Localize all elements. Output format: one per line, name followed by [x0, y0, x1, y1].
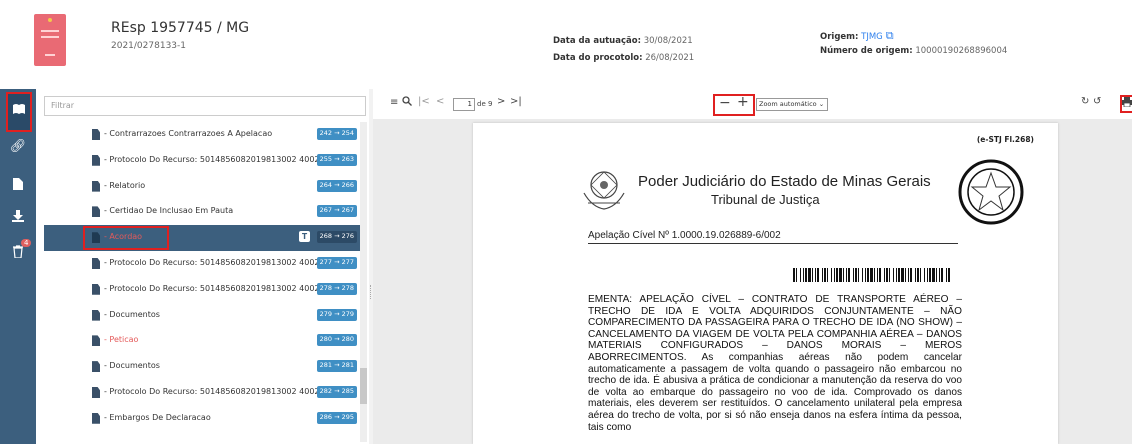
stj-page-stamp: (e-STJ Fl.268)	[976, 135, 1034, 144]
document-tree: - Contrarrazoes Contrarrazoes A Apelacao…	[44, 122, 362, 444]
page-range-badge: 264 → 266	[316, 179, 357, 192]
page-range-badge: 278 → 278	[316, 282, 357, 295]
page-range-badge: 286 → 295	[316, 411, 357, 424]
process-title: REsp 1957745 / MG	[111, 20, 250, 36]
document-icon	[92, 283, 100, 295]
page-range-badge: 280 → 280	[316, 334, 357, 347]
case-number: Apelação Cível Nº 1.0000.19.026889-6/002	[588, 230, 781, 241]
list-item[interactable]: - Contrarrazoes Contrarrazoes A Apelacao…	[44, 122, 362, 148]
sidebar-scrollbar-thumb[interactable]	[360, 368, 367, 404]
document-icon	[92, 309, 100, 321]
rotate-right-icon[interactable]: ↺	[1093, 96, 1101, 107]
previous-page-icon[interactable]: <	[436, 96, 444, 107]
divider	[588, 243, 958, 244]
search-icon[interactable]	[402, 96, 412, 109]
toggle-sidebar-icon[interactable]: ≡	[390, 97, 398, 108]
viewer-toolbar: ≡ |< < 1 de 9 > >| − + Zoom automático ⌄…	[373, 89, 1132, 119]
left-rail: 🔗︎ 4	[0, 89, 36, 444]
book-icon[interactable]	[6, 92, 32, 132]
document-icon	[92, 154, 100, 166]
page-count: de 9	[477, 100, 493, 108]
type-badge: T	[299, 231, 310, 243]
list-item[interactable]: - Certidao De Inclusao Em Pauta 267 → 26…	[44, 199, 362, 225]
trash-count-badge: 4	[21, 239, 32, 247]
numero-origem: Número de origem: 10000190268896004	[820, 46, 1008, 56]
zoom-out-icon[interactable]: −	[719, 95, 731, 111]
list-item-selected[interactable]: - Acordao T 268 → 276	[44, 225, 362, 251]
page-range-badge: 282 → 285	[316, 385, 357, 398]
list-item[interactable]: - Protocolo Do Recurso: 5014856082019813…	[44, 380, 362, 406]
protocolo-date: Data do procotolo: 26/08/2021	[553, 53, 695, 63]
court-subtitle: Tribunal de Justiça	[711, 192, 820, 207]
list-item[interactable]: - Protocolo Do Recurso: 5014856082019813…	[44, 148, 362, 174]
court-name: Poder Judiciário do Estado de Minas Gera…	[638, 173, 931, 190]
first-page-icon[interactable]: |<	[418, 96, 430, 107]
page-range-badge: 267 → 267	[316, 205, 357, 218]
page-range-badge: 281 → 281	[316, 360, 357, 373]
page-range-badge: 277 → 277	[316, 256, 357, 269]
ementa-text: EMENTA: APELAÇÃO CÍVEL – CONTRATO DE TRA…	[588, 294, 962, 433]
list-item[interactable]: - Documentos 279 → 279	[44, 303, 362, 329]
page-number-input[interactable]: 1	[453, 98, 475, 111]
document-icon[interactable]	[8, 177, 28, 197]
document-icon	[92, 206, 100, 218]
page-range-badge: 242 → 254	[316, 128, 357, 140]
list-item[interactable]: - Protocolo Do Recurso: 5014856082019813…	[44, 277, 362, 303]
list-item[interactable]: - Embargos De Declaracao 286 → 295	[44, 406, 362, 432]
process-folder-icon	[34, 14, 66, 66]
document-icon	[92, 361, 100, 373]
download-icon[interactable]	[8, 209, 28, 229]
page-range-badge: 255 → 263	[316, 153, 357, 166]
document-icon	[92, 335, 100, 347]
list-item[interactable]: - Documentos 281 → 281	[44, 354, 362, 380]
next-page-icon[interactable]: >	[497, 96, 505, 107]
document-page: (e-STJ Fl.268) Poder Judiciário do Estad…	[473, 123, 1058, 444]
barcode	[793, 268, 950, 282]
list-item[interactable]: - Protocolo Do Recurso: 5014856082019813…	[44, 251, 362, 277]
autuacao-date: Data da autuação: 30/08/2021	[553, 36, 693, 46]
court-seal-icon	[958, 159, 1024, 225]
link-icon[interactable]: 🔗︎	[8, 137, 28, 157]
print-icon[interactable]	[1122, 97, 1132, 110]
highlight-box	[83, 226, 169, 251]
rotate-left-icon[interactable]: ↻	[1081, 96, 1089, 107]
document-icon	[92, 180, 100, 192]
zoom-select[interactable]: Zoom automático ⌄	[756, 98, 828, 111]
external-link-icon[interactable]: ⧉	[886, 29, 894, 43]
filter-input[interactable]: Filtrar	[44, 96, 366, 116]
list-item[interactable]: - Peticao 280 → 280	[44, 328, 362, 354]
list-item[interactable]: - Relatorio 264 → 266	[44, 174, 362, 200]
document-icon	[92, 129, 100, 140]
document-icon	[92, 412, 100, 424]
page-range-badge: 268 → 276	[316, 231, 357, 244]
origem-link[interactable]: TJMG	[861, 32, 883, 42]
zoom-in-icon[interactable]: +	[737, 94, 749, 110]
process-header: REsp 1957745 / MG 2021/0278133-1 Data da…	[0, 0, 1132, 95]
last-page-icon[interactable]: >|	[510, 96, 522, 107]
trash-icon[interactable]	[8, 245, 28, 265]
page-range-badge: 279 → 279	[316, 308, 357, 321]
document-icon	[92, 386, 100, 398]
process-number: 2021/0278133-1	[111, 41, 186, 51]
origem: Origem: TJMG ⧉	[820, 29, 894, 43]
document-viewer[interactable]: (e-STJ Fl.268) Poder Judiciário do Estad…	[373, 119, 1132, 444]
coat-of-arms-icon	[583, 171, 625, 210]
document-icon	[92, 257, 100, 269]
